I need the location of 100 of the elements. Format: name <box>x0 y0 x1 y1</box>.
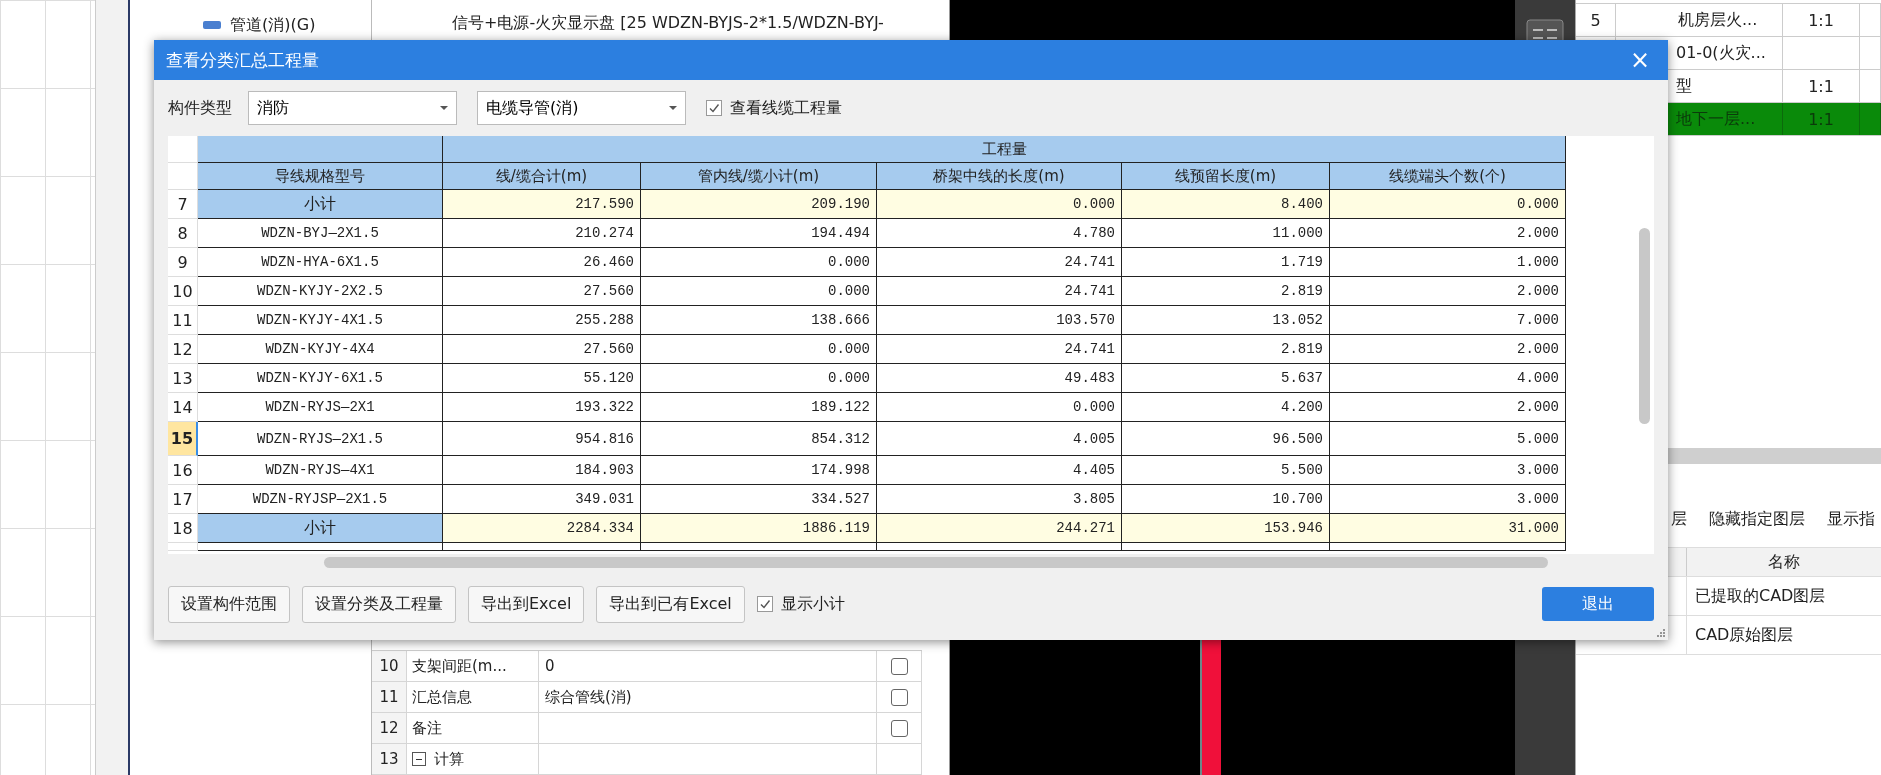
collapse-icon[interactable] <box>412 752 426 766</box>
scale-cell: 1:1 <box>1783 103 1860 135</box>
table-cell: 96.500 <box>1122 422 1330 456</box>
action-button[interactable]: 导出到Excel <box>468 585 585 623</box>
table-cell: 217.590 <box>443 190 641 219</box>
row-number[interactable]: 14 <box>168 393 198 422</box>
table-cell: 2.819 <box>1122 335 1330 364</box>
dropdown[interactable]: 消防 <box>248 91 457 125</box>
property-value[interactable]: 综合管线(消) <box>539 682 877 713</box>
row-number[interactable]: 16 <box>168 456 198 485</box>
column-header[interactable]: 管内线/缆小计(m) <box>641 163 877 190</box>
table-cell: 5.000 <box>1330 422 1566 456</box>
resize-grip-icon[interactable] <box>1656 628 1666 638</box>
scale-cell: 1:1 <box>1783 70 1860 102</box>
floor-name: 机房层火... <box>1616 4 1783 36</box>
table-cell: 8.400 <box>1122 190 1330 219</box>
row-number[interactable]: 17 <box>168 485 198 514</box>
property-name: 备注 <box>407 713 539 744</box>
table-cell: 854.312 <box>641 422 877 456</box>
row-number[interactable]: 11 <box>168 306 198 335</box>
table-cell: 0.000 <box>641 364 877 393</box>
table-cell: 1.000 <box>1330 248 1566 277</box>
table-cell: 11.000 <box>1122 219 1330 248</box>
table-cell: 7.000 <box>1330 306 1566 335</box>
checkbox[interactable] <box>890 688 908 706</box>
checkbox[interactable] <box>706 100 722 116</box>
column-header: 工程量 <box>443 136 1566 163</box>
row-number[interactable]: 9 <box>168 248 198 277</box>
table-cell: 5.637 <box>1122 364 1330 393</box>
table-cell: 55.120 <box>443 364 641 393</box>
table-cell: 194.494 <box>641 219 877 248</box>
table-cell: 4.200 <box>1122 393 1330 422</box>
table-cell: 49.483 <box>877 364 1122 393</box>
table-cell: 4.405 <box>877 456 1122 485</box>
table-cell: 0.000 <box>641 277 877 306</box>
tree-item[interactable]: 管道(消)(G) <box>230 14 316 36</box>
table-cell: 26.460 <box>443 248 641 277</box>
table-cell: 27.560 <box>443 335 641 364</box>
list-item[interactable]: 信号+电源-火灾显示盘 [25 WDZN-BYJS-2*1.5/WDZN-BYJ- <box>372 10 949 36</box>
action-button[interactable]: 设置构件范围 <box>168 585 290 623</box>
row-number[interactable]: 7 <box>168 190 198 219</box>
column-header[interactable]: 线预留长度(m) <box>1122 163 1330 190</box>
checkbox-label: 查看线缆工程量 <box>730 97 842 119</box>
table-cell: 0.000 <box>877 190 1122 219</box>
pipe-icon <box>202 19 222 31</box>
layer-name[interactable]: CAD原始图层 <box>1686 616 1881 654</box>
table-cell: 244.271 <box>877 514 1122 543</box>
row-number[interactable]: 8 <box>168 219 198 248</box>
row-number: 5 <box>1576 4 1616 36</box>
table-cell: WDZN-HYA-6X1.5 <box>198 248 443 277</box>
table-cell: WDZN-KYJY-2X2.5 <box>198 277 443 306</box>
toolbar-link[interactable]: 显示指 <box>1827 508 1875 530</box>
table-cell: 210.274 <box>443 219 641 248</box>
row-number[interactable]: 15 <box>168 422 198 456</box>
table-cell: WDZN-BYJ—2X1.5 <box>198 219 443 248</box>
table-cell[interactable] <box>539 713 877 744</box>
row-number[interactable]: 10 <box>168 277 198 306</box>
table-cell: 0.000 <box>877 393 1122 422</box>
row-number[interactable]: 13 <box>168 364 198 393</box>
header-cell <box>168 136 198 163</box>
column-header[interactable]: 线缆端头个数(个) <box>1330 163 1566 190</box>
scrollbar[interactable] <box>324 557 1548 568</box>
scale-cell: 1:1 <box>1783 4 1860 36</box>
table-cell: 27.560 <box>443 277 641 306</box>
table-cell: 2.000 <box>1330 219 1566 248</box>
row-number[interactable]: 18 <box>168 514 198 543</box>
scrollbar[interactable] <box>1639 228 1650 424</box>
checkbox[interactable] <box>890 719 908 737</box>
table-row[interactable]: 5 机房层火... 1:1 <box>1576 4 1881 37</box>
table-cell: WDZN-RYJS—2X1.5 <box>198 422 443 456</box>
action-button[interactable]: 导出到已有Excel <box>596 585 745 623</box>
table-cell: 103.570 <box>877 306 1122 335</box>
checkbox[interactable] <box>756 596 773 612</box>
table-cell: 209.190 <box>641 190 877 219</box>
caret-icon <box>669 106 677 110</box>
row-number: 12 <box>372 713 407 744</box>
column-header[interactable]: 导线规格型号 <box>198 163 443 190</box>
table-cell: 2.000 <box>1330 335 1566 364</box>
caret-icon <box>440 106 448 110</box>
exit-button[interactable]: 退出 <box>1542 587 1654 621</box>
table-cell: 24.741 <box>877 335 1122 364</box>
layer-name[interactable]: 已提取的CAD图层 <box>1686 577 1881 615</box>
toolbar-link[interactable]: 层 <box>1671 508 1687 530</box>
column-header[interactable]: 桥架中线的长度(m) <box>877 163 1122 190</box>
table-cell: 4.005 <box>877 422 1122 456</box>
window-title: 查看分类汇总工程量 <box>166 48 319 72</box>
dropdown[interactable]: 电缆导管(消) <box>477 91 686 125</box>
column-header[interactable]: 线/缆合计(m) <box>443 163 641 190</box>
checkbox[interactable] <box>890 657 908 675</box>
table-cell: 3.000 <box>1330 456 1566 485</box>
table-cell: WDZN-RYJS—4X1 <box>198 456 443 485</box>
table-cell: WDZN-RYJS—2X1 <box>198 393 443 422</box>
property-value[interactable]: 0 <box>539 651 877 682</box>
table-cell: 0.000 <box>641 335 877 364</box>
table-cell: 0.000 <box>641 248 877 277</box>
table-cell: 954.816 <box>443 422 641 456</box>
toolbar-link[interactable]: 隐藏指定图层 <box>1709 508 1805 530</box>
table-cell: 24.741 <box>877 248 1122 277</box>
row-number[interactable]: 12 <box>168 335 198 364</box>
action-button[interactable]: 设置分类及工程量 <box>302 585 456 623</box>
